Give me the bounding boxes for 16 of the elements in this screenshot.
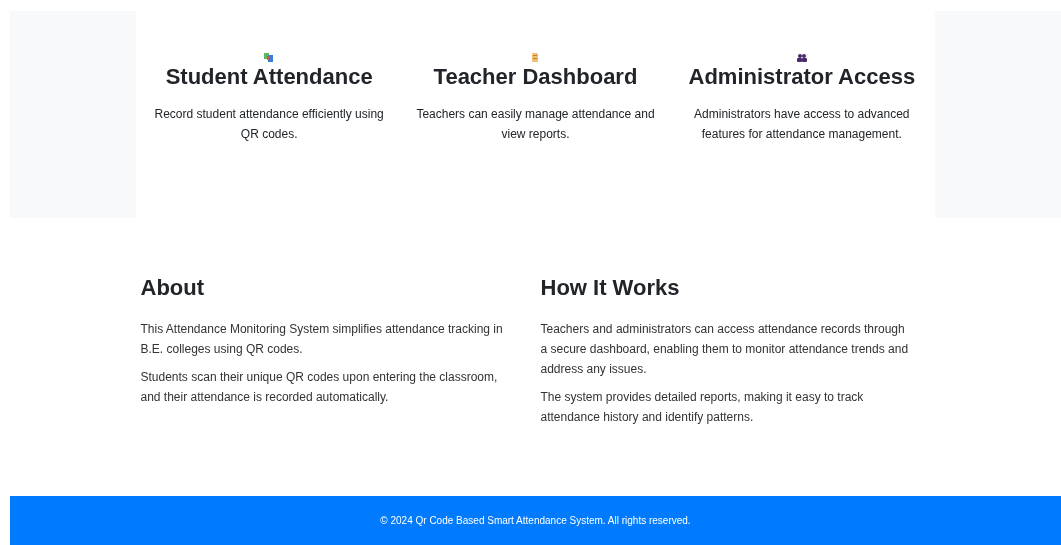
books-icon (264, 53, 275, 62)
feature-title: Teacher Dashboard (433, 63, 638, 91)
section-paragraph: Teachers and administrators can access attendance records through a secure dashboard, enabling them to monitor attendance trends and address any issues. (540, 321, 910, 378)
feature-description: Record student attendance efficiently using QR codes. (153, 106, 385, 143)
feature-description: Teachers can easily manage attendance and view reports. (415, 106, 656, 143)
copyright-text: © 2024 Qr Code Based Smart Attendance System. All rights reserved. (380, 514, 691, 528)
feature-title: Student Attendance (165, 63, 373, 91)
people-icon (796, 54, 807, 62)
feature-description: Administrators have access to advanced features for attendance management. (693, 106, 911, 143)
section-heading: How It Works (540, 274, 681, 302)
section-paragraph: This Attendance Monitoring System simplifies attendance tracking in B.E. colleges using QR codes. (140, 321, 504, 358)
scroll-icon (531, 53, 540, 62)
section-paragraph: Students scan their unique QR codes upon entering the classroom, and their attendance is recorded automatically. (140, 369, 499, 406)
section-paragraph: The system provides detailed reports, making it easy to track attendance history and identify patterns. (540, 389, 865, 426)
feature-title: Administrator Access (688, 63, 916, 91)
section-heading: About (140, 274, 206, 302)
